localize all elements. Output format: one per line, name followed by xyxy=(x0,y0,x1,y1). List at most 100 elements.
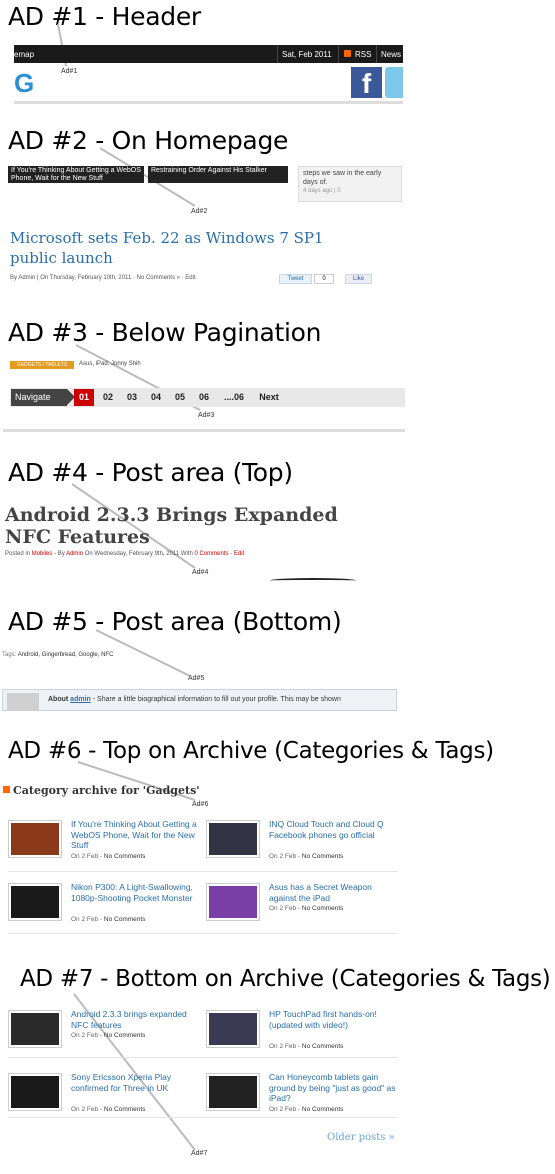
thumbnail-image xyxy=(11,823,59,855)
item-comments-link[interactable]: No Comments xyxy=(302,1043,344,1050)
row-divider xyxy=(8,871,398,872)
section-title-ad6: AD #6 - Top on Archive (Categories & Tag… xyxy=(8,738,494,764)
meta-category-link[interactable]: Mobiles xyxy=(32,551,53,557)
item-comments-link[interactable]: No Comments xyxy=(302,853,344,860)
author-bio: About admin - Share a little biographica… xyxy=(48,696,393,703)
divider xyxy=(277,45,278,63)
like-button[interactable]: Like xyxy=(345,274,372,284)
page-link-last[interactable]: ....06 xyxy=(220,389,248,406)
item-title-link[interactable]: INQ Cloud Touch and Cloud Q Facebook pho… xyxy=(269,819,399,840)
sidebar-snippet-meta: 4 days ago | 0 xyxy=(303,188,341,194)
item-thumbnail[interactable] xyxy=(206,1073,260,1111)
item-title-link[interactable]: Sony Ericsson Xperia Play confirmed for … xyxy=(71,1072,201,1093)
item-date: On 2 Feb xyxy=(269,1105,297,1113)
item-title-link[interactable]: Nikon P300: A Light-Swallowing, 1080p-Sh… xyxy=(71,882,201,903)
item-thumbnail[interactable] xyxy=(206,883,260,921)
tags-label: Tags: xyxy=(2,652,17,658)
item-thumbnail[interactable] xyxy=(8,1010,62,1048)
page-link-2[interactable]: 02 xyxy=(98,389,118,406)
item-comments-link[interactable]: No Comments xyxy=(104,1032,146,1039)
section-title-ad7: AD #7 - Bottom on Archive (Categories & … xyxy=(20,966,551,992)
ad-label-3: Ad#3 xyxy=(198,412,215,419)
page-link-3[interactable]: 03 xyxy=(122,389,142,406)
item-date: On 2 Feb xyxy=(71,915,99,923)
section-title-ad3: AD #3 - Below Pagination xyxy=(8,318,322,347)
archive-heading-text: Category archive for 'Gadgets' xyxy=(13,784,200,797)
item-comments-link[interactable]: No Comments xyxy=(104,916,146,923)
item-title-link[interactable]: If You're Thinking About Getting a WebOS… xyxy=(71,819,201,851)
header-divider xyxy=(14,101,403,104)
tweet-button[interactable]: Tweet xyxy=(279,274,312,284)
thumbnail-image xyxy=(11,1013,59,1045)
item-thumbnail[interactable] xyxy=(206,1010,260,1048)
thumbnail-image xyxy=(209,1076,257,1108)
category-tag[interactable]: GADGETS / TABLETS xyxy=(10,361,74,369)
page-link-4[interactable]: 04 xyxy=(146,389,166,406)
item-title-link[interactable]: Asus has a Secret Weapon against the iPa… xyxy=(269,882,399,903)
thumbnail-image xyxy=(209,823,257,855)
ad-label-7: Ad#7 xyxy=(191,1150,208,1157)
item-date: On 2 Feb xyxy=(71,1105,99,1113)
avatar xyxy=(7,693,39,711)
item-meta: On 2 Feb - No Comments xyxy=(71,853,145,860)
item-title-link[interactable]: HP TouchPad first hands-on! (updated wit… xyxy=(269,1009,399,1030)
meta-by: - By xyxy=(54,551,65,557)
section-title-ad5: AD #5 - Post area (Bottom) xyxy=(8,607,342,636)
older-posts-link[interactable]: Older posts » xyxy=(327,1132,395,1143)
item-thumbnail[interactable] xyxy=(8,820,62,858)
item-date: On 2 Feb xyxy=(269,905,297,912)
item-thumbnail[interactable] xyxy=(8,883,62,921)
meta-edit-link[interactable]: Edit xyxy=(234,551,244,557)
post-tags: Asus, iPad, Jonny Shih xyxy=(79,361,141,367)
post-tags-bottom: Tags: Android, Gingerbread, Google, NFC xyxy=(2,652,113,658)
site-logo[interactable]: G xyxy=(14,68,34,99)
ad-label-2: Ad#2 xyxy=(191,208,208,215)
row-divider xyxy=(8,933,398,934)
item-comments-link[interactable]: No Comments xyxy=(302,1106,344,1113)
page-link-1[interactable]: 01 xyxy=(74,389,94,406)
item-thumbnail[interactable] xyxy=(206,820,260,858)
page-link-5[interactable]: 05 xyxy=(170,389,190,406)
item-title-link[interactable]: Android 2.3.3 brings expanded NFC featur… xyxy=(71,1009,201,1030)
about-label: About xyxy=(48,696,69,703)
post-title[interactable]: Microsoft sets Feb. 22 as Windows 7 SP1 … xyxy=(10,228,370,268)
twitter-icon[interactable] xyxy=(385,67,403,98)
item-title-link[interactable]: Can Honeycomb tablets gain ground by bei… xyxy=(269,1072,399,1104)
rss-icon xyxy=(344,50,351,57)
sidebar-snippet-text: steps we saw in the early days of. xyxy=(303,170,382,186)
item-comments-link[interactable]: No Comments xyxy=(104,1106,146,1113)
featured-thumb-1[interactable]: If You're Thinking About Getting a WebOS… xyxy=(8,166,144,183)
divider xyxy=(376,45,377,63)
item-comments-link[interactable]: No Comments xyxy=(302,905,344,912)
item-comments-link[interactable]: No Comments xyxy=(104,853,146,860)
thumbnail-image xyxy=(11,1076,59,1108)
item-meta: On 2 Feb - No Comments xyxy=(269,853,343,860)
navigate-label: Navigate xyxy=(11,389,75,406)
item-meta: On 2 Feb - No Comments xyxy=(71,1106,145,1113)
meta-author-link[interactable]: Admin xyxy=(66,551,83,557)
meta-comments-link[interactable]: 0 Comments xyxy=(195,551,229,557)
rss-icon xyxy=(3,786,10,793)
thumbnail-image xyxy=(209,886,257,918)
featured-thumb-2[interactable]: Restraining Order Against His Stalker xyxy=(148,166,288,183)
next-page-link[interactable]: Next xyxy=(254,389,284,406)
tags-list[interactable]: Android, Gingerbread, Google, NFC xyxy=(18,652,114,658)
ad-label-6: Ad#6 xyxy=(192,801,209,808)
page-link-6[interactable]: 06 xyxy=(194,389,214,406)
thumbnail-image xyxy=(11,886,59,918)
item-meta: On 2 Feb - No Comments xyxy=(269,1106,343,1113)
row-divider xyxy=(8,1057,398,1058)
author-name-link[interactable]: admin xyxy=(70,696,91,703)
pagination-divider xyxy=(3,429,405,432)
section-title-ad1: AD #1 - Header xyxy=(8,2,201,31)
item-thumbnail[interactable] xyxy=(8,1073,62,1111)
item-date: On 2 Feb xyxy=(269,852,297,860)
sidebar-snippet: steps we saw in the early days of. 4 day… xyxy=(298,166,402,202)
news-link[interactable]: News xyxy=(381,50,401,59)
facebook-icon[interactable]: f xyxy=(351,67,382,99)
ad-label-1: Ad#1 xyxy=(61,68,78,75)
section-title-ad4: AD #4 - Post area (Top) xyxy=(8,458,293,487)
sitemap-link[interactable]: emap xyxy=(14,50,34,59)
rss-link[interactable]: RSS xyxy=(355,50,371,59)
top-bar: emap Sat, Feb 2011 RSS News xyxy=(14,45,403,63)
